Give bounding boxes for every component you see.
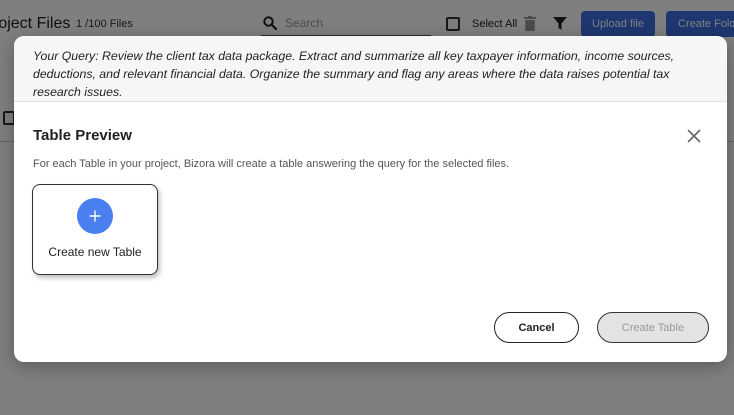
modal-description: For each Table in your project, Bizora w…	[33, 158, 510, 170]
close-icon[interactable]	[687, 129, 701, 143]
modal-title: Table Preview	[33, 127, 132, 144]
create-table-button[interactable]: Create Table	[597, 312, 709, 343]
cancel-button[interactable]: Cancel	[494, 312, 579, 343]
create-new-table-label: Create new Table	[48, 245, 142, 259]
table-preview-modal: Your Query: Review the client tax data p…	[14, 36, 727, 362]
plus-icon	[89, 210, 101, 222]
query-box: Your Query: Review the client tax data p…	[14, 36, 727, 102]
plus-button[interactable]	[77, 198, 113, 234]
create-new-table-card[interactable]: Create new Table	[32, 184, 158, 275]
query-text: Your Query: Review the client tax data p…	[33, 49, 675, 99]
